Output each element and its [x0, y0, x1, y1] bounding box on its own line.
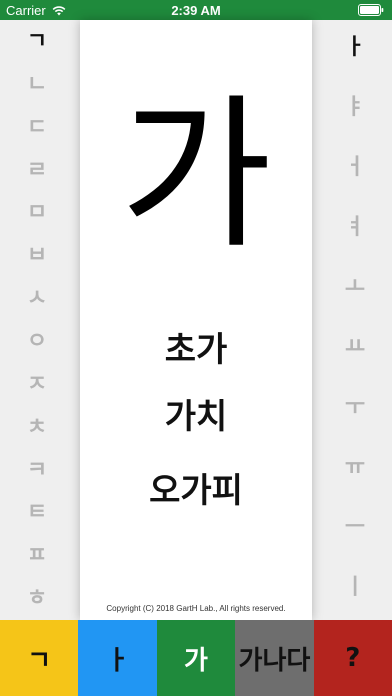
consonant-item[interactable]: ㄴ	[0, 65, 74, 105]
vowel-item[interactable]: ㅣ	[318, 568, 392, 608]
example-word-2[interactable]: 가치	[80, 395, 312, 439]
consonant-item[interactable]: ㄷ	[0, 108, 74, 148]
battery-icon	[358, 4, 384, 16]
vowel-item[interactable]: ㅡ	[318, 508, 392, 548]
app-body: ㄱㄴㄷㄹㅁㅂㅅㅇㅈㅊㅋㅌㅍㅎ 가 초가 가치 오가피 Copyright (C)…	[0, 20, 392, 620]
syllable-card: 가 초가 가치 오가피 Copyright (C) 2018 GartH Lab…	[80, 20, 312, 620]
consonant-item[interactable]: ㅈ	[0, 365, 74, 405]
main-syllable[interactable]: 가	[80, 80, 312, 270]
consonant-item[interactable]: ㅁ	[0, 193, 74, 233]
consonant-item[interactable]: ㄱ	[0, 22, 74, 62]
consonant-item[interactable]: ㄹ	[0, 151, 74, 191]
consonant-item[interactable]: ㅇ	[0, 322, 74, 362]
consonant-item[interactable]: ㅊ	[0, 408, 74, 448]
vowel-item[interactable]: ㅜ	[318, 388, 392, 428]
vowel-item[interactable]: ㅛ	[318, 328, 392, 368]
vowel-list: ㅏㅑㅓㅕㅗㅛㅜㅠㅡㅣ	[318, 20, 392, 620]
vowel-item[interactable]: ㅑ	[318, 88, 392, 128]
status-time: 2:39 AM	[171, 3, 221, 18]
consonant-item[interactable]: ㅂ	[0, 236, 74, 276]
tab-alphabet[interactable]: 가나다	[235, 620, 314, 696]
consonant-item[interactable]: ㅌ	[0, 493, 74, 533]
vowel-item[interactable]: ㅗ	[318, 268, 392, 308]
example-word-3[interactable]: 오가피	[80, 469, 312, 513]
tab-consonant[interactable]: ㄱ	[0, 620, 79, 696]
status-bar: Carrier 2:39 AM	[0, 0, 392, 20]
copyright-text: Copyright (C) 2018 GartH Lab., All right…	[106, 604, 286, 613]
vowel-item[interactable]: ㅕ	[318, 208, 392, 248]
vowel-item[interactable]: ㅓ	[318, 148, 392, 188]
bottom-tab-bar: ㄱㅏ 가 가나다?	[0, 620, 392, 696]
example-word-1[interactable]: 초가	[80, 328, 312, 372]
tab-vowel[interactable]: ㅏ	[78, 620, 157, 696]
consonant-item[interactable]: ㅋ	[0, 451, 74, 491]
consonant-list: ㄱㄴㄷㄹㅁㅂㅅㅇㅈㅊㅋㅌㅍㅎ	[0, 20, 74, 620]
vowel-item[interactable]: ㅏ	[318, 28, 392, 68]
vowel-item[interactable]: ㅠ	[318, 448, 392, 488]
consonant-item[interactable]: ㅅ	[0, 279, 74, 319]
consonant-item[interactable]: ㅎ	[0, 579, 74, 619]
tab-syllable[interactable]: 가	[156, 620, 236, 696]
consonant-item[interactable]: ㅍ	[0, 536, 74, 576]
tab-help[interactable]: ?	[313, 620, 392, 696]
